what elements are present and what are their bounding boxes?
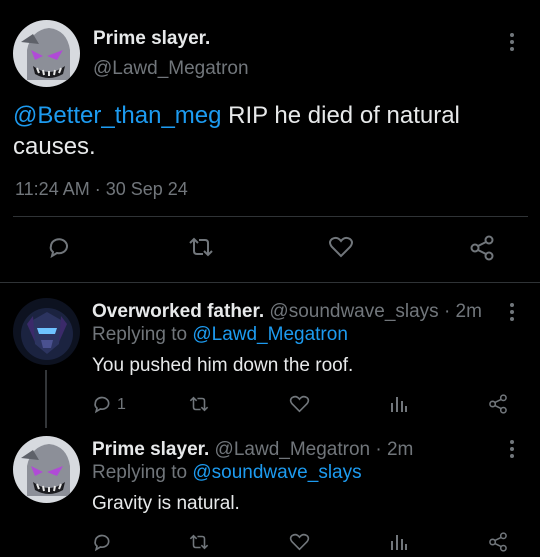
timestamp-time: 11:24 AM: [15, 179, 90, 199]
views-icon[interactable]: [390, 395, 408, 413]
more-icon[interactable]: [509, 303, 515, 321]
divider: [0, 282, 540, 283]
thread-line: [45, 370, 47, 428]
handle[interactable]: @Lawd_Megatron: [93, 58, 249, 80]
display-name[interactable]: Prime slayer.: [93, 28, 210, 50]
avatar[interactable]: [13, 436, 80, 503]
retweet-icon[interactable]: [187, 235, 215, 259]
replying-to-prefix: Replying to: [92, 324, 193, 345]
more-icon[interactable]: [509, 33, 515, 51]
tweet-text-line2: causes.: [13, 133, 96, 160]
like-icon[interactable]: [328, 235, 354, 259]
divider: [13, 216, 528, 217]
reply-text: You pushed him down the roof.: [92, 355, 354, 376]
reply-icon[interactable]: [47, 235, 71, 259]
reply-icon[interactable]: [92, 394, 112, 414]
display-name[interactable]: Prime slayer.: [92, 439, 209, 460]
timestamp: · 2m: [443, 301, 482, 322]
retweet-icon[interactable]: [188, 532, 210, 552]
more-icon[interactable]: [509, 440, 515, 458]
like-icon[interactable]: [289, 532, 310, 552]
reply-header: Overworked father. @soundwave_slays · 2m: [92, 301, 482, 323]
mention-link[interactable]: @Better_than_meg: [13, 102, 222, 129]
handle[interactable]: @Lawd_Megatron: [215, 439, 371, 460]
timestamp-date: 30 Sep 24: [105, 179, 188, 199]
avatar[interactable]: [13, 20, 80, 87]
replying-to: Replying to @Lawd_Megatron: [92, 324, 348, 346]
reply-text: Gravity is natural.: [92, 493, 240, 514]
reply-count: 1: [117, 396, 126, 413]
tweet-text: @Better_than_meg RIP he died of natural …: [13, 100, 528, 162]
replying-to: Replying to @soundwave_slays: [92, 462, 362, 484]
replying-to-prefix: Replying to: [92, 462, 193, 483]
replying-to-link[interactable]: @Lawd_Megatron: [192, 324, 348, 345]
tweet-text-line1: RIP he died of natural: [221, 102, 460, 129]
replying-to-link[interactable]: @soundwave_slays: [192, 462, 361, 483]
share-icon[interactable]: [488, 394, 508, 414]
reply-header: Prime slayer. @Lawd_Megatron · 2m: [92, 439, 413, 461]
retweet-icon[interactable]: [188, 394, 210, 414]
avatar[interactable]: [13, 298, 80, 365]
share-icon[interactable]: [469, 235, 495, 261]
display-name[interactable]: Overworked father.: [92, 301, 264, 322]
timestamp-separator: ·: [94, 179, 101, 199]
like-icon[interactable]: [289, 394, 310, 414]
handle[interactable]: @soundwave_slays: [269, 301, 438, 322]
timestamp: 11:24 AM · 30 Sep 24: [15, 179, 188, 200]
share-icon[interactable]: [488, 532, 508, 552]
reply-icon[interactable]: [92, 532, 112, 552]
views-icon[interactable]: [390, 533, 408, 551]
timestamp: · 2m: [375, 439, 414, 460]
